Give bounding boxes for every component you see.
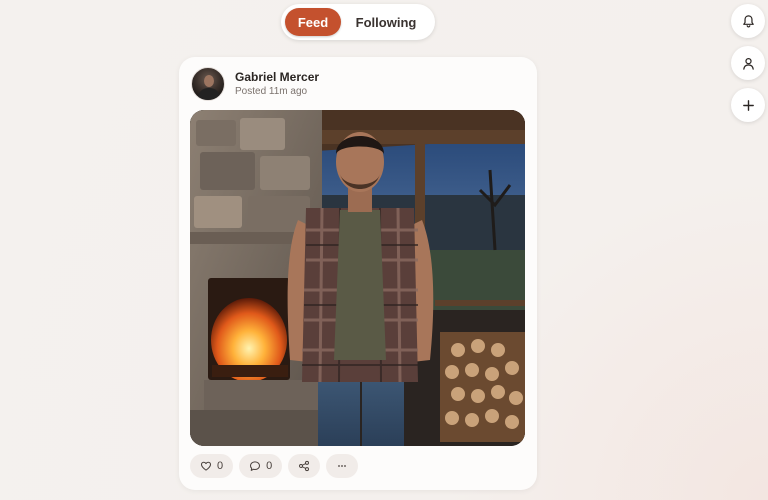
author-name[interactable]: Gabriel Mercer: [235, 70, 319, 85]
tab-following[interactable]: Following: [341, 8, 431, 36]
like-count: 0: [217, 460, 224, 472]
post-image[interactable]: [190, 110, 525, 446]
bell-icon: [742, 14, 754, 28]
share-icon: [299, 460, 310, 472]
heart-icon: [200, 461, 212, 471]
avatar[interactable]: [191, 67, 225, 101]
plus-icon: [742, 99, 754, 111]
tab-feed[interactable]: Feed: [285, 8, 341, 36]
notifications-button[interactable]: [731, 4, 765, 38]
ellipsis-icon: [338, 465, 347, 467]
post-timestamp: Posted 11m ago: [235, 85, 308, 97]
create-post-button[interactable]: [731, 88, 765, 122]
like-button[interactable]: 0: [190, 454, 234, 478]
post-actions: 0 0: [190, 454, 359, 478]
profile-button[interactable]: [731, 46, 765, 80]
comment-button[interactable]: 0: [239, 454, 283, 478]
post-header: Gabriel Mercer Posted 11m ago: [191, 67, 319, 101]
share-button[interactable]: [288, 454, 321, 478]
post-card: Gabriel Mercer Posted 11m ago 0 0: [179, 57, 537, 490]
comment-icon: [250, 461, 261, 471]
feed-toggle: Feed Following: [281, 4, 435, 40]
user-icon: [742, 57, 754, 70]
comment-count: 0: [266, 460, 273, 472]
more-options-button[interactable]: [326, 454, 359, 478]
